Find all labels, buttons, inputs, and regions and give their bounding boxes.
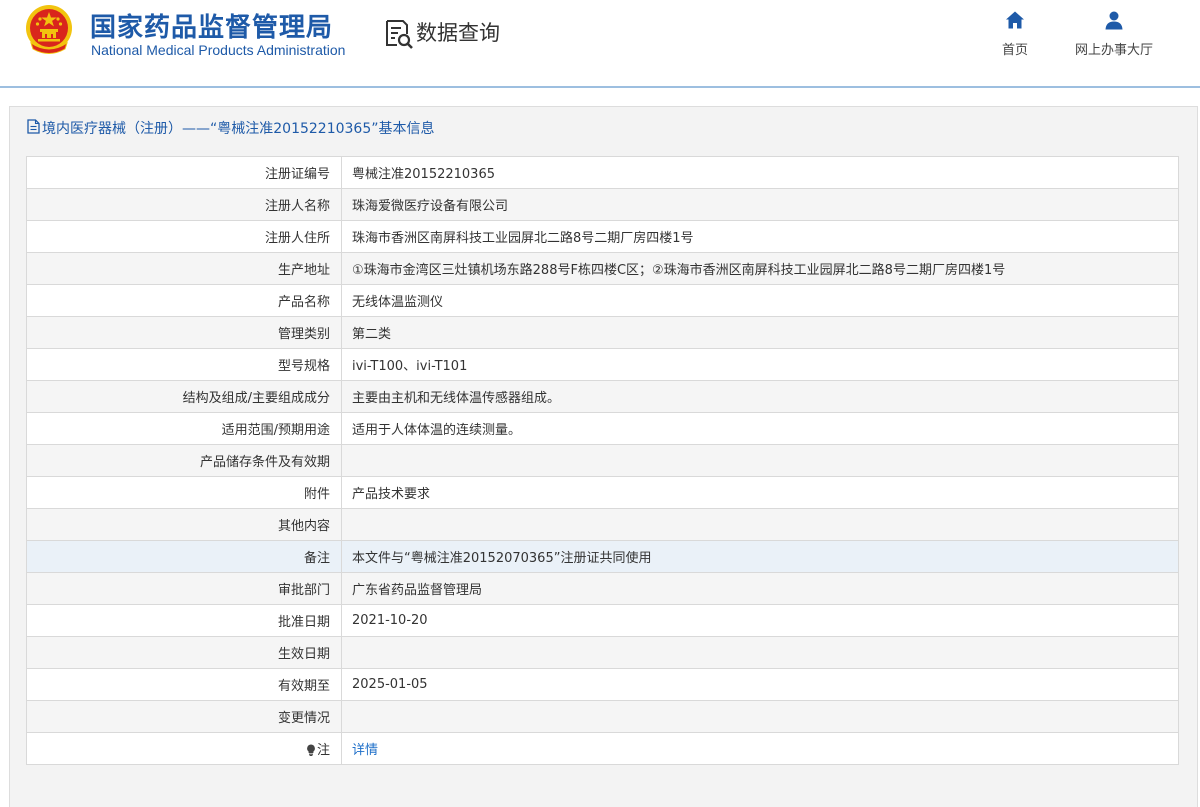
- row-value: [341, 508, 1179, 541]
- home-icon: [1006, 11, 1024, 29]
- table-row: 备注 本文件与“粤械注准20152070365”注册证共同使用: [26, 540, 1179, 573]
- data-query-icon: [386, 20, 413, 49]
- row-label: 产品储存条件及有效期: [26, 444, 342, 477]
- row-value: 产品技术要求: [341, 476, 1179, 509]
- data-query-title: 数据查询: [416, 21, 500, 45]
- row-label: 管理类别: [26, 316, 342, 349]
- site-name-cn: 国家药品监督管理局: [90, 13, 334, 43]
- row-label: 适用范围/预期用途: [26, 412, 342, 445]
- row-label: 产品名称: [26, 284, 342, 317]
- row-label: 生产地址: [26, 252, 342, 285]
- row-value: 2025-01-05: [341, 668, 1179, 701]
- row-value: 主要由主机和无线体温传感器组成。: [341, 380, 1179, 413]
- row-label: 附件: [26, 476, 342, 509]
- row-value: 珠海爱微医疗设备有限公司: [341, 188, 1179, 221]
- table-row: 注册证编号 粤械注准20152210365: [26, 156, 1179, 189]
- row-label: 审批部门: [26, 572, 342, 605]
- nav-home-label: 首页: [1001, 43, 1028, 58]
- table-row: 适用范围/预期用途 适用于人体体温的连续测量。: [26, 412, 1179, 445]
- note-label: 注: [316, 743, 330, 758]
- row-value: ivi-T100、ivi-T101: [341, 348, 1179, 381]
- row-value: 适用于人体体温的连续测量。: [341, 412, 1179, 445]
- row-value: [341, 636, 1179, 669]
- row-label: 备注: [26, 540, 342, 573]
- row-label: 注册证编号: [26, 156, 342, 189]
- basic-info-panel: 境内医疗器械（注册）——“粤械注准20152210365”基本信息 注册证编号 …: [9, 106, 1198, 807]
- nav-online-service-hall-label: 网上办事大厅: [1074, 43, 1153, 58]
- table-row: 批准日期 2021-10-20: [26, 604, 1179, 637]
- document-icon: [27, 119, 40, 134]
- nav-online-service-hall[interactable]: 网上办事大厅: [1066, 10, 1162, 58]
- row-label: 注册人名称: [26, 188, 342, 221]
- row-value: 2021-10-20: [341, 604, 1179, 637]
- table-row: 结构及组成/主要组成成分 主要由主机和无线体温传感器组成。: [26, 380, 1179, 413]
- row-label: 有效期至: [26, 668, 342, 701]
- row-label: 其他内容: [26, 508, 342, 541]
- row-label: 变更情况: [26, 700, 342, 733]
- info-table-wrap: 注册证编号 粤械注准20152210365 注册人名称 珠海爱微医疗设备有限公司…: [26, 156, 1179, 765]
- note-label-cell: 注: [26, 732, 342, 765]
- national-emblem-icon: [26, 5, 72, 54]
- table-row: 附件 产品技术要求: [26, 476, 1179, 509]
- site-header: 国家药品监督管理局 National Medical Products Admi…: [0, 0, 1200, 88]
- row-value: [341, 700, 1179, 733]
- table-row-note: 注 详情: [26, 732, 1179, 765]
- row-value: 第二类: [341, 316, 1179, 349]
- nav-home[interactable]: 首页: [995, 10, 1035, 58]
- row-label: 结构及组成/主要组成成分: [26, 380, 342, 413]
- table-row: 有效期至 2025-01-05: [26, 668, 1179, 701]
- table-row: 变更情况: [26, 700, 1179, 733]
- row-label: 注册人住所: [26, 220, 342, 253]
- panel-title: 境内医疗器械（注册）——“粤械注准20152210365”基本信息: [27, 118, 434, 138]
- row-label: 批准日期: [26, 604, 342, 637]
- table-row: 生产地址 ①珠海市金湾区三灶镇机场东路288号F栋四楼C区；②珠海市香洲区南屏科…: [26, 252, 1179, 285]
- row-value: [341, 444, 1179, 477]
- site-name-en: National Medical Products Administration: [91, 42, 346, 58]
- row-value: 广东省药品监督管理局: [341, 572, 1179, 605]
- details-link[interactable]: 详情: [352, 743, 378, 758]
- table-row: 其他内容: [26, 508, 1179, 541]
- row-value: 本文件与“粤械注准20152070365”注册证共同使用: [341, 540, 1179, 573]
- lightbulb-icon: [307, 744, 315, 756]
- table-row: 注册人住所 珠海市香洲区南屏科技工业园屏北二路8号二期厂房四楼1号: [26, 220, 1179, 253]
- row-value: ①珠海市金湾区三灶镇机场东路288号F栋四楼C区；②珠海市香洲区南屏科技工业园屏…: [341, 252, 1179, 285]
- panel-title-text: 境内医疗器械（注册）——“粤械注准20152210365”基本信息: [42, 121, 435, 137]
- table-row: 注册人名称 珠海爱微医疗设备有限公司: [26, 188, 1179, 221]
- table-row: 审批部门 广东省药品监督管理局: [26, 572, 1179, 605]
- table-row: 管理类别 第二类: [26, 316, 1179, 349]
- row-value: 粤械注准20152210365: [341, 156, 1179, 189]
- table-row: 产品储存条件及有效期: [26, 444, 1179, 477]
- info-table: 注册证编号 粤械注准20152210365 注册人名称 珠海爱微医疗设备有限公司…: [26, 156, 1179, 765]
- row-label: 生效日期: [26, 636, 342, 669]
- row-label: 型号规格: [26, 348, 342, 381]
- table-row: 产品名称 无线体温监测仪: [26, 284, 1179, 317]
- row-value: 无线体温监测仪: [341, 284, 1179, 317]
- user-icon: [1105, 11, 1123, 30]
- note-value-cell: 详情: [341, 732, 1179, 765]
- row-value: 珠海市香洲区南屏科技工业园屏北二路8号二期厂房四楼1号: [341, 220, 1179, 253]
- table-row: 生效日期: [26, 636, 1179, 669]
- table-row: 型号规格 ivi-T100、ivi-T101: [26, 348, 1179, 381]
